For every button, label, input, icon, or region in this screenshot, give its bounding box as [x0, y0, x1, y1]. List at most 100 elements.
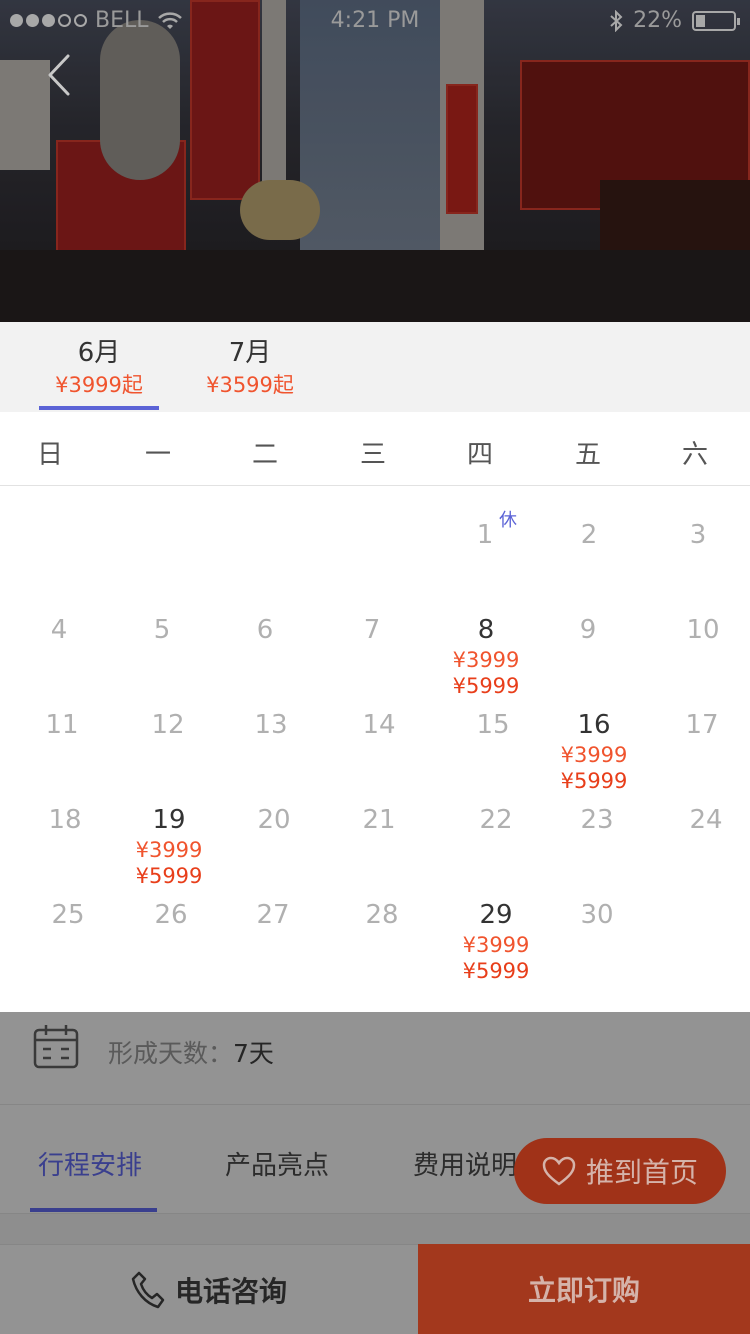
status-bar: BELL 4:21 PM 22% [0, 0, 750, 40]
calendar-day[interactable]: 10 [658, 613, 748, 647]
day-number: 26 [154, 900, 188, 930]
day-price: ¥5999 [462, 959, 530, 983]
weekday-label: 一 [144, 440, 171, 470]
phone-icon [131, 1271, 165, 1308]
calendar-day[interactable]: 11 [17, 708, 107, 742]
day-number: 12 [151, 710, 185, 740]
day-number: 9 [579, 615, 597, 645]
weekday-label: 六 [681, 440, 708, 470]
day-number: 11 [45, 710, 79, 740]
calendar-day[interactable]: 21 [334, 803, 424, 837]
day-number: 18 [48, 805, 82, 835]
phone-consult-button[interactable]: 电话咨询 [0, 1244, 418, 1334]
day-number: 29 [479, 900, 513, 930]
calendar-day[interactable]: 15 [448, 708, 538, 742]
calendar-day[interactable]: 25 [23, 898, 113, 932]
calendar-day[interactable]: 20 [229, 803, 319, 837]
calendar-day[interactable]: 2 [544, 518, 634, 552]
month-tabs: 6月 ¥3999起 7月 ¥3599起 [0, 322, 750, 412]
day-number: 28 [365, 900, 399, 930]
calendar-icon [33, 1025, 79, 1069]
day-number: 13 [254, 710, 288, 740]
day-number: 25 [51, 900, 85, 930]
holiday-tag: 休 [499, 510, 517, 531]
day-number: 7 [363, 615, 381, 645]
calendar-day[interactable]: 5 [117, 613, 207, 647]
day-number: 20 [257, 805, 291, 835]
day-number: 27 [256, 900, 290, 930]
calendar-day[interactable]: 30 [552, 898, 642, 932]
day-number: 19 [152, 805, 186, 835]
day-number: 21 [362, 805, 396, 835]
weekday-label: 五 [574, 440, 601, 470]
day-price: ¥5999 [560, 769, 628, 793]
bluetooth-icon [610, 9, 623, 32]
calendar-day[interactable]: 13 [226, 708, 316, 742]
calendar-day-available[interactable]: 8 ¥3999 ¥5999 [441, 613, 531, 699]
calendar-day[interactable]: 23 [552, 803, 642, 837]
trip-days-row: 形成天数：7天 [0, 1012, 750, 1104]
month-label: 6月 [77, 338, 121, 368]
calendar-day[interactable]: 26 [126, 898, 216, 932]
calendar-day[interactable]: 24 [661, 803, 750, 837]
bottom-action-bar: 电话咨询 立即订购 [0, 1244, 750, 1334]
push-to-home-button[interactable]: 推到首页 [514, 1138, 726, 1204]
day-price: ¥3999 [452, 648, 520, 672]
calendar-day[interactable]: 17 [657, 708, 747, 742]
day-number: 10 [686, 615, 720, 645]
day-number: 22 [479, 805, 513, 835]
tab-itinerary[interactable]: 行程安排 [38, 1145, 142, 1182]
calendar-day[interactable]: 18 [20, 803, 110, 837]
month-label: 7月 [228, 338, 272, 368]
tab-highlights[interactable]: 产品亮点 [225, 1145, 329, 1182]
day-price: ¥5999 [452, 674, 520, 698]
trip-days-caption: 形成天数： [108, 1039, 234, 1068]
tab-month-july[interactable]: 7月 ¥3599起 [190, 336, 310, 400]
day-number: 30 [580, 900, 614, 930]
day-number: 16 [577, 710, 611, 740]
day-price: ¥3999 [135, 838, 203, 862]
calendar-day-available[interactable]: 19 ¥3999 ¥5999 [124, 803, 214, 889]
day-price: ¥5999 [135, 864, 203, 888]
day-number: 14 [362, 710, 396, 740]
day-number: 24 [689, 805, 723, 835]
calendar-day[interactable]: 12 [123, 708, 213, 742]
calendar-day-available[interactable]: 29 ¥3999 ¥5999 [451, 898, 541, 984]
phone-consult-label: 电话咨询 [174, 1274, 287, 1308]
day-price: ¥3999 [462, 933, 530, 957]
calendar-day-available[interactable]: 16 ¥3999 ¥5999 [549, 708, 639, 794]
calendar-day[interactable]: 28 [337, 898, 427, 932]
weekday-label: 三 [359, 440, 386, 470]
tab-fees[interactable]: 费用说明 [413, 1145, 517, 1182]
calendar-day[interactable]: 27 [228, 898, 318, 932]
buy-now-button[interactable]: 立即订购 [418, 1244, 750, 1334]
calendar-day[interactable]: 22 [451, 803, 541, 837]
weekday-header: 日 一 二 三 四 五 六 [0, 412, 750, 486]
month-price: ¥3999起 [55, 373, 143, 397]
trip-days-value: 7天 [233, 1039, 274, 1068]
calendar-day[interactable]: 4 [14, 613, 104, 647]
trip-days-label: 形成天数：7天 [108, 1034, 274, 1070]
heart-icon [542, 1156, 576, 1186]
day-price: ¥3999 [560, 743, 628, 767]
day-number: 4 [50, 615, 68, 645]
calendar-day[interactable]: 14 [334, 708, 424, 742]
calendar-day[interactable]: 7 [327, 613, 417, 647]
battery-icon [692, 10, 740, 31]
day-number: 8 [477, 615, 495, 645]
calendar-day[interactable]: 9 [543, 613, 633, 647]
calendar-day[interactable]: 6 [220, 613, 310, 647]
battery-percent: 22% [633, 8, 682, 33]
hero-image [0, 0, 750, 322]
weekday-label: 日 [36, 440, 63, 470]
day-number: 23 [580, 805, 614, 835]
weekday-label: 二 [251, 440, 278, 470]
buy-now-label: 立即订购 [527, 1274, 640, 1307]
tab-month-june[interactable]: 6月 ¥3999起 [39, 336, 159, 400]
month-tab-indicator [39, 406, 159, 410]
month-price: ¥3599起 [206, 373, 294, 397]
weekday-label: 四 [466, 440, 493, 470]
back-arrow-icon[interactable] [44, 52, 76, 98]
day-number: 2 [580, 520, 598, 550]
calendar-day[interactable]: 3 [653, 518, 743, 552]
